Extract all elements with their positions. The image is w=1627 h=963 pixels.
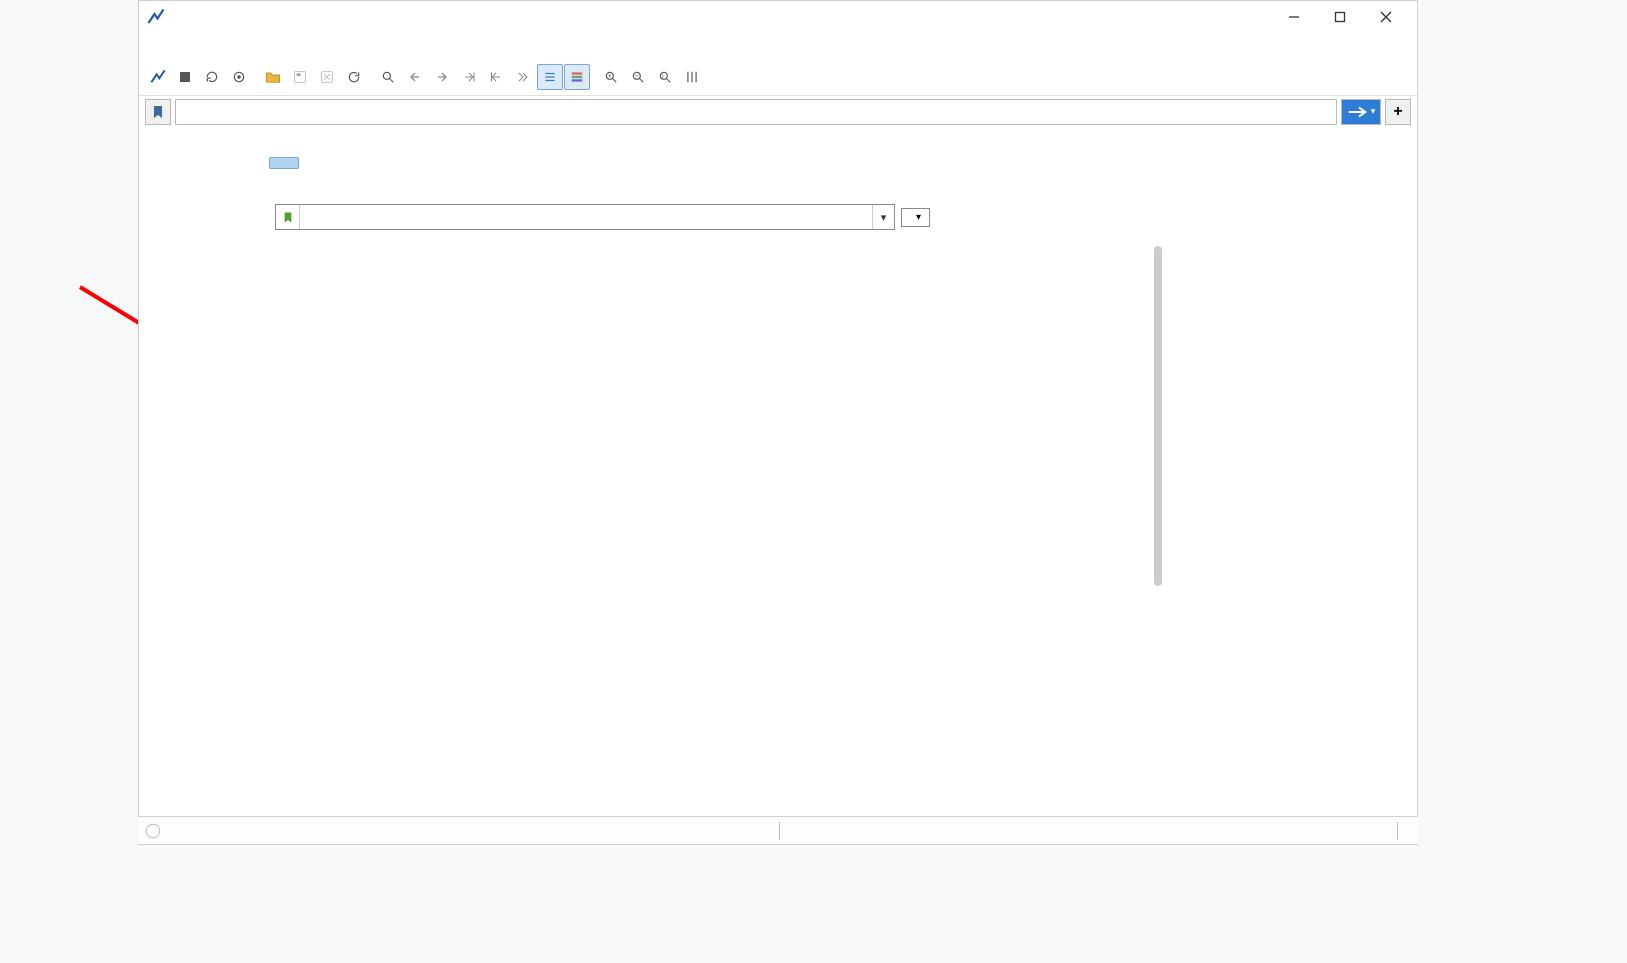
interface-scrollbar[interactable] (1154, 246, 1162, 586)
welcome-page: ▾ ▾ (139, 127, 1417, 844)
capture-options-button[interactable] (226, 64, 252, 90)
toolbar: 1 (139, 61, 1417, 93)
menubar (139, 33, 1417, 61)
go-forward-button[interactable] (429, 64, 455, 90)
capture-filter-bookmark-icon[interactable] (276, 205, 300, 229)
display-filter-input[interactable] (175, 99, 1337, 125)
open-file-button[interactable] (260, 64, 286, 90)
svg-text:1: 1 (662, 74, 665, 79)
stop-capture-button[interactable] (172, 64, 198, 90)
start-capture-button[interactable] (145, 64, 171, 90)
expert-info-icon[interactable] (144, 822, 162, 840)
save-file-button[interactable] (287, 64, 313, 90)
capture-filter-row: ▾ ▾ (269, 204, 1417, 230)
titlebar (139, 1, 1417, 33)
welcome-banner (269, 157, 299, 169)
filter-bookmark-button[interactable] (145, 99, 171, 125)
zoom-out-button[interactable] (625, 64, 651, 90)
capture-filter-input[interactable] (300, 205, 872, 229)
go-last-button[interactable] (510, 64, 536, 90)
colorize-button[interactable] (564, 64, 590, 90)
status-bar (138, 816, 1418, 844)
minimize-button[interactable] (1271, 2, 1317, 32)
add-filter-button[interactable]: + (1385, 99, 1411, 125)
close-file-button[interactable] (314, 64, 340, 90)
auto-scroll-button[interactable] (537, 64, 563, 90)
go-first-button[interactable] (483, 64, 509, 90)
go-to-packet-button[interactable] (456, 64, 482, 90)
restart-capture-button[interactable] (199, 64, 225, 90)
apply-filter-button[interactable]: ▾ (1341, 99, 1381, 125)
close-button[interactable] (1363, 2, 1409, 32)
resize-columns-button[interactable] (679, 64, 705, 90)
reload-button[interactable] (341, 64, 367, 90)
capture-filter-dropdown[interactable]: ▾ (872, 205, 894, 229)
app-window: 1 ▾ + ▾ ▾ (138, 0, 1418, 845)
go-back-button[interactable] (402, 64, 428, 90)
wireshark-icon (147, 8, 165, 26)
maximize-button[interactable] (1317, 2, 1363, 32)
display-filter-bar: ▾ + (139, 95, 1417, 127)
find-button[interactable] (375, 64, 401, 90)
show-all-interfaces-select[interactable]: ▾ (901, 208, 930, 227)
zoom-in-button[interactable] (598, 64, 624, 90)
zoom-reset-button[interactable]: 1 (652, 64, 678, 90)
capture-filter-field: ▾ (275, 204, 895, 230)
